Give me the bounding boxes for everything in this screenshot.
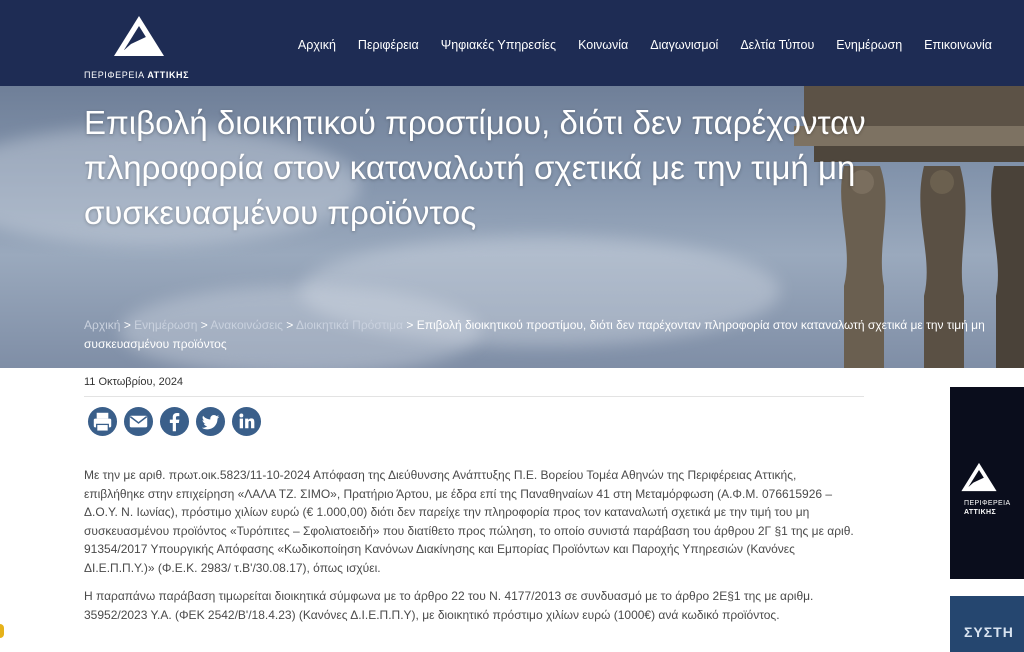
sidebar-banner-systems[interactable]: ΣΥΣΤΗ [950, 596, 1024, 652]
breadcrumb-news[interactable]: Ενημέρωση [134, 318, 197, 332]
twitter-icon[interactable] [195, 406, 226, 437]
divider [84, 396, 864, 397]
breadcrumb-fines[interactable]: Διοικητικά Πρόστιμα [296, 318, 403, 332]
nav-digital-services[interactable]: Ψηφιακές Υπηρεσίες [441, 38, 556, 52]
nav-tenders[interactable]: Διαγωνισμοί [650, 38, 718, 52]
nav-contact[interactable]: Επικοινωνία [924, 38, 992, 52]
article-paragraph: Η παραπάνω παράβαση τιμωρείται διοικητικ… [84, 589, 814, 622]
email-icon[interactable] [123, 406, 154, 437]
logo-triangle-icon [961, 462, 997, 492]
sidebar-banner-text: ΠΕΡΙΦΕΡΕΙΑ ΑΤΤΙΚΗΣ [964, 500, 1011, 516]
facebook-icon[interactable] [159, 406, 190, 437]
article-date: 11 Οκτωβρίου, 2024 [84, 376, 184, 388]
logo-triangle-icon [114, 16, 164, 56]
hero-banner: Επιβολή διοικητικού προστίμου, διότι δεν… [0, 86, 1024, 368]
nav-news[interactable]: Ενημέρωση [836, 38, 902, 52]
edge-indicator [0, 624, 4, 638]
region-logo[interactable]: ΠΕΡΙΦΕΡΕΙΑ ΑΤΤΙΚΗΣ [84, 14, 194, 82]
article-body: Με την με αριθ. πρωτ.οικ.5823/11-10-2024… [84, 466, 859, 634]
breadcrumb-announcements[interactable]: Ανακοινώσεις [210, 318, 283, 332]
linkedin-icon[interactable] [231, 406, 262, 437]
site-header: ΠΕΡΙΦΕΡΕΙΑ ΑΤΤΙΚΗΣ Αρχική Περιφέρεια Ψηφ… [0, 0, 1024, 86]
article: 11 Οκτωβρίου, 2024 Με την με αριθ. πρωτ.… [84, 376, 864, 622]
page-title: Επιβολή διοικητικού προστίμου, διότι δεν… [84, 104, 866, 231]
nav-society[interactable]: Κοινωνία [578, 38, 628, 52]
article-paragraph: Με την με αριθ. πρωτ.οικ.5823/11-10-2024… [84, 468, 854, 575]
breadcrumb-home[interactable]: Αρχική [84, 318, 120, 332]
share-bar [87, 406, 262, 437]
nav-home[interactable]: Αρχική [298, 38, 336, 52]
logo-text: ΠΕΡΙΦΕΡΕΙΑ ΑΤΤΙΚΗΣ [84, 70, 190, 80]
breadcrumb: Αρχική > Ενημέρωση > Ανακοινώσεις > Διοι… [84, 318, 985, 351]
main-nav: Αρχική Περιφέρεια Ψηφιακές Υπηρεσίες Κοι… [298, 38, 992, 52]
print-icon[interactable] [87, 406, 118, 437]
sidebar-banner2-text: ΣΥΣΤΗ [964, 624, 1014, 640]
nav-press-releases[interactable]: Δελτία Τύπου [740, 38, 814, 52]
nav-region[interactable]: Περιφέρεια [358, 38, 419, 52]
sidebar-banner-region[interactable]: ΠΕΡΙΦΕΡΕΙΑ ΑΤΤΙΚΗΣ [950, 387, 1024, 579]
